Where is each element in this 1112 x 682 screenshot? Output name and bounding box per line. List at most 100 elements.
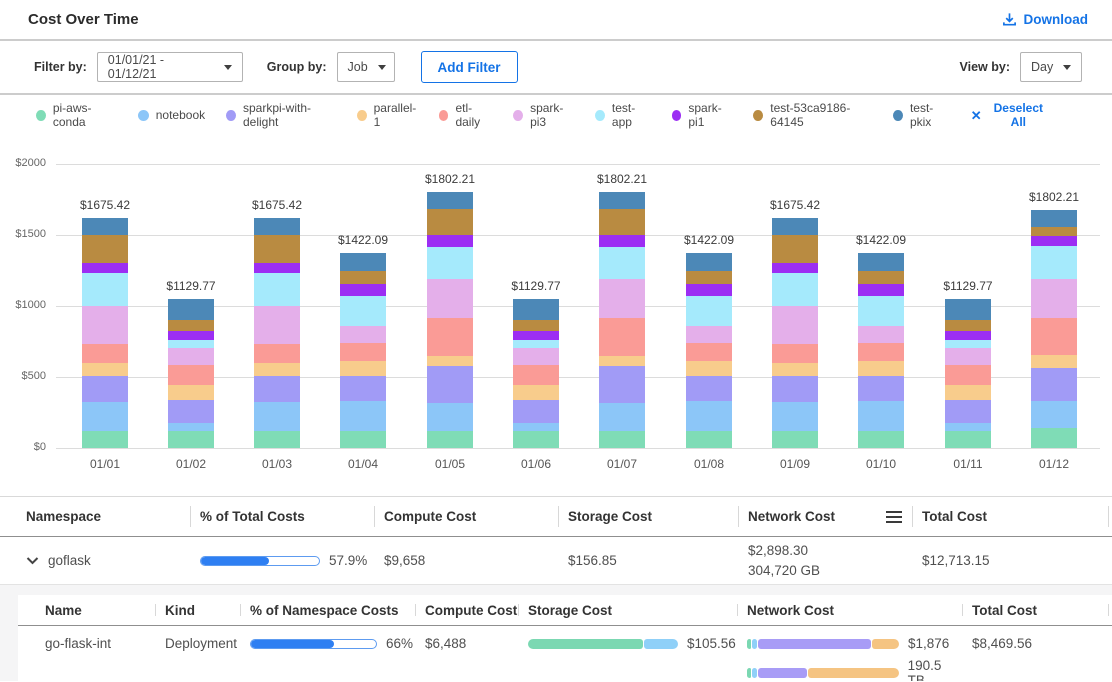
bar-segment-spark-pi3[interactable] bbox=[599, 279, 645, 318]
bar-segment-spark-pi3[interactable] bbox=[427, 279, 473, 318]
bar-segment-spark-pi1[interactable] bbox=[772, 263, 818, 273]
bar-segment-notebook[interactable] bbox=[82, 402, 128, 430]
bar-segment-test-pkix[interactable] bbox=[858, 253, 904, 271]
bar-segment-test-53ca9186-64145[interactable] bbox=[945, 320, 991, 332]
bar-segment-test-app[interactable] bbox=[1031, 246, 1077, 279]
view-by-select[interactable]: Day bbox=[1020, 52, 1082, 82]
bar-segment-pi-aws-conda[interactable] bbox=[945, 431, 991, 448]
bar-segment-test-app[interactable] bbox=[168, 340, 214, 348]
bar-segment-pi-aws-conda[interactable] bbox=[858, 431, 904, 448]
bar-segment-sparkpi-with-delight[interactable] bbox=[254, 376, 300, 403]
bar-segment-spark-pi1[interactable] bbox=[599, 235, 645, 247]
stacked-bar[interactable] bbox=[858, 253, 904, 448]
bar-segment-spark-pi3[interactable] bbox=[772, 306, 818, 344]
legend-item[interactable]: test-53ca9186-64145 bbox=[753, 101, 872, 129]
bar-segment-test-53ca9186-64145[interactable] bbox=[82, 235, 128, 262]
legend-item[interactable]: test-pkix bbox=[893, 101, 950, 129]
bar-segment-parallel-1[interactable] bbox=[686, 361, 732, 375]
bar-segment-pi-aws-conda[interactable] bbox=[82, 431, 128, 448]
bar-segment-spark-pi1[interactable] bbox=[686, 284, 732, 296]
bar-segment-test-pkix[interactable] bbox=[945, 299, 991, 320]
bar-segment-test-53ca9186-64145[interactable] bbox=[513, 320, 559, 332]
bar-segment-etl-daily[interactable] bbox=[427, 318, 473, 357]
bar-segment-test-pkix[interactable] bbox=[254, 218, 300, 235]
bar-segment-sparkpi-with-delight[interactable] bbox=[427, 366, 473, 403]
bar-segment-pi-aws-conda[interactable] bbox=[772, 431, 818, 448]
bar-segment-pi-aws-conda[interactable] bbox=[254, 431, 300, 448]
bar-segment-spark-pi3[interactable] bbox=[858, 326, 904, 343]
bar-segment-notebook[interactable] bbox=[599, 403, 645, 431]
stacked-bar[interactable] bbox=[254, 218, 300, 448]
bar-segment-pi-aws-conda[interactable] bbox=[340, 431, 386, 448]
bar-segment-pi-aws-conda[interactable] bbox=[1031, 428, 1077, 448]
bar-segment-notebook[interactable] bbox=[427, 403, 473, 431]
legend-item[interactable]: sparkpi-with-delight bbox=[226, 101, 336, 129]
bar-segment-parallel-1[interactable] bbox=[599, 356, 645, 366]
bar-segment-test-53ca9186-64145[interactable] bbox=[168, 320, 214, 332]
bar-segment-spark-pi3[interactable] bbox=[513, 348, 559, 365]
bar-segment-test-pkix[interactable] bbox=[1031, 210, 1077, 227]
bar-segment-pi-aws-conda[interactable] bbox=[427, 431, 473, 448]
bar-segment-sparkpi-with-delight[interactable] bbox=[1031, 368, 1077, 401]
bar-segment-test-53ca9186-64145[interactable] bbox=[1031, 227, 1077, 235]
stacked-bar[interactable] bbox=[168, 299, 214, 448]
bar-segment-spark-pi3[interactable] bbox=[340, 326, 386, 343]
bar-segment-spark-pi1[interactable] bbox=[945, 331, 991, 340]
bar-segment-etl-daily[interactable] bbox=[82, 344, 128, 363]
bar-segment-sparkpi-with-delight[interactable] bbox=[945, 400, 991, 423]
bar-segment-spark-pi1[interactable] bbox=[858, 284, 904, 296]
bar-segment-test-app[interactable] bbox=[686, 296, 732, 326]
bar-segment-etl-daily[interactable] bbox=[686, 343, 732, 361]
bar-segment-test-53ca9186-64145[interactable] bbox=[772, 235, 818, 262]
bar-segment-test-pkix[interactable] bbox=[340, 253, 386, 271]
bar-segment-test-53ca9186-64145[interactable] bbox=[427, 209, 473, 236]
bar-segment-test-app[interactable] bbox=[945, 340, 991, 348]
bar-segment-notebook[interactable] bbox=[945, 423, 991, 431]
stacked-bar[interactable] bbox=[82, 218, 128, 448]
bar-segment-spark-pi3[interactable] bbox=[1031, 279, 1077, 318]
stacked-bar[interactable] bbox=[427, 192, 473, 448]
download-button[interactable]: Download bbox=[1002, 12, 1089, 27]
bar-segment-test-app[interactable] bbox=[427, 247, 473, 279]
stacked-bar[interactable] bbox=[772, 218, 818, 448]
bar-segment-sparkpi-with-delight[interactable] bbox=[340, 376, 386, 402]
bar-segment-notebook[interactable] bbox=[254, 402, 300, 430]
bar-segment-sparkpi-with-delight[interactable] bbox=[82, 376, 128, 403]
bar-segment-sparkpi-with-delight[interactable] bbox=[513, 400, 559, 423]
bar-segment-test-app[interactable] bbox=[254, 273, 300, 306]
bar-segment-spark-pi1[interactable] bbox=[254, 263, 300, 273]
bar-segment-pi-aws-conda[interactable] bbox=[168, 431, 214, 448]
bar-segment-spark-pi1[interactable] bbox=[82, 263, 128, 273]
bar-segment-etl-daily[interactable] bbox=[772, 344, 818, 363]
bar-segment-parallel-1[interactable] bbox=[513, 385, 559, 400]
bar-segment-etl-daily[interactable] bbox=[254, 344, 300, 363]
bar-segment-etl-daily[interactable] bbox=[1031, 318, 1077, 355]
bar-segment-sparkpi-with-delight[interactable] bbox=[599, 366, 645, 403]
bar-segment-test-app[interactable] bbox=[82, 273, 128, 306]
bar-segment-test-53ca9186-64145[interactable] bbox=[599, 209, 645, 236]
bar-segment-notebook[interactable] bbox=[340, 401, 386, 430]
namespace-row[interactable]: goflask57.9%$9,658$156.85$2,898.30304,72… bbox=[0, 537, 1112, 584]
column-settings-icon[interactable] bbox=[885, 510, 903, 524]
bar-segment-test-pkix[interactable] bbox=[686, 253, 732, 271]
bar-segment-spark-pi3[interactable] bbox=[945, 348, 991, 365]
bar-segment-spark-pi1[interactable] bbox=[427, 235, 473, 247]
date-range-select[interactable]: 01/01/21 - 01/12/21 bbox=[97, 52, 243, 82]
bar-segment-parallel-1[interactable] bbox=[340, 361, 386, 375]
add-filter-button[interactable]: Add Filter bbox=[421, 51, 518, 83]
bar-segment-test-53ca9186-64145[interactable] bbox=[858, 271, 904, 284]
bar-segment-test-app[interactable] bbox=[599, 247, 645, 279]
bar-segment-notebook[interactable] bbox=[686, 401, 732, 430]
bar-segment-parallel-1[interactable] bbox=[427, 356, 473, 366]
bar-segment-test-app[interactable] bbox=[340, 296, 386, 326]
bar-segment-spark-pi1[interactable] bbox=[513, 331, 559, 340]
bar-segment-test-app[interactable] bbox=[772, 273, 818, 306]
bar-segment-test-app[interactable] bbox=[513, 340, 559, 348]
bar-segment-test-pkix[interactable] bbox=[427, 192, 473, 209]
bar-segment-spark-pi3[interactable] bbox=[168, 348, 214, 365]
legend-item[interactable]: notebook bbox=[138, 108, 205, 122]
bar-segment-notebook[interactable] bbox=[858, 401, 904, 430]
stacked-bar[interactable] bbox=[340, 253, 386, 448]
bar-segment-pi-aws-conda[interactable] bbox=[599, 431, 645, 448]
bar-segment-test-pkix[interactable] bbox=[513, 299, 559, 320]
